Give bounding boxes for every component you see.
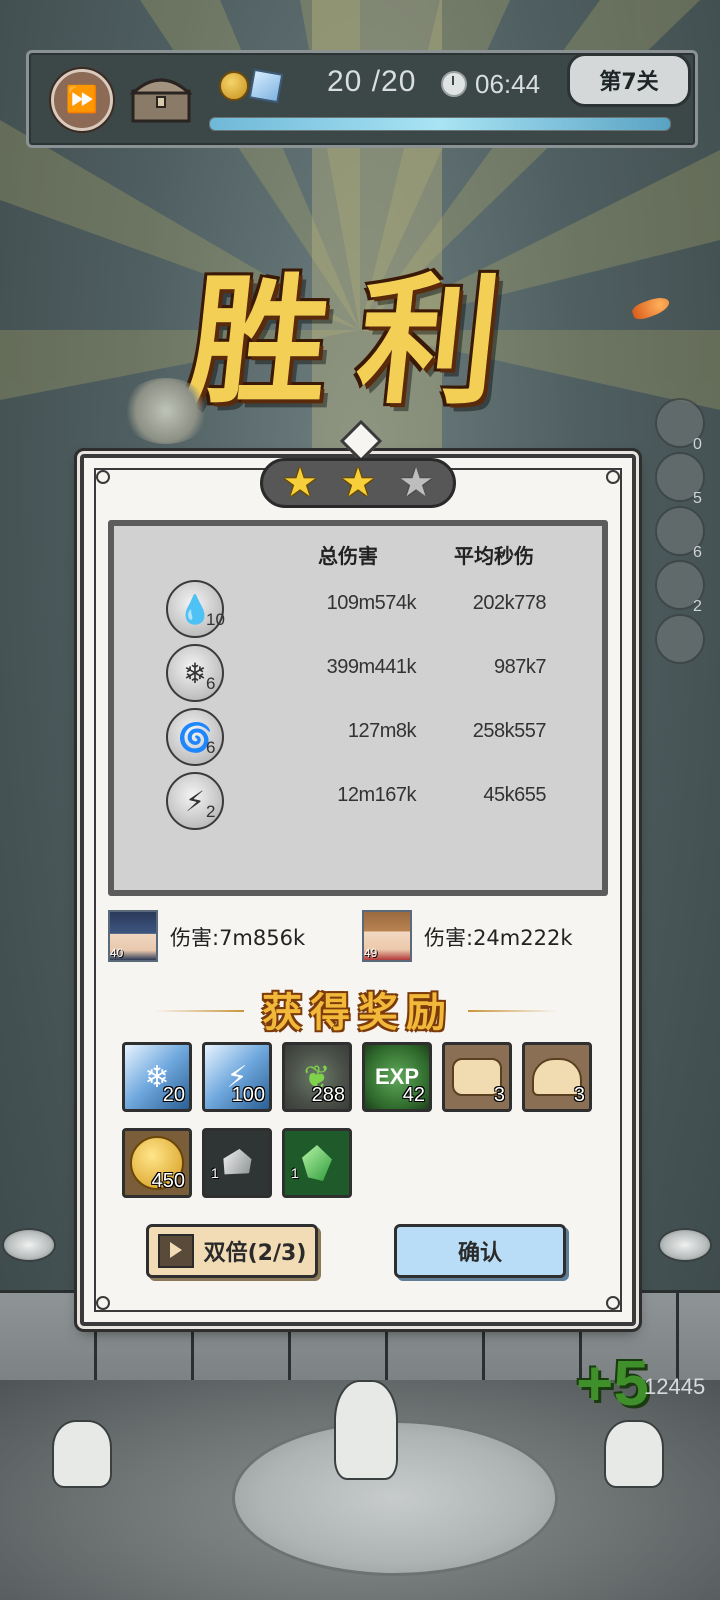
skill-row: 🌀 6 127m8k 258k557 bbox=[114, 708, 602, 772]
reward-item[interactable]: ❄ 20 bbox=[122, 1042, 192, 1112]
reward-item[interactable]: ❦ 288 bbox=[282, 1042, 352, 1112]
star-icon: ★ bbox=[282, 460, 318, 506]
rewards-title: 获得奖励 bbox=[262, 989, 454, 1036]
confirm-label: 确认 bbox=[457, 1241, 502, 1266]
skill-total-damage: 127m8k bbox=[347, 720, 417, 742]
hero-damage: 伤害:7m856k bbox=[170, 926, 306, 950]
skill-level: 6 bbox=[206, 674, 216, 693]
reward-item[interactable]: 1 bbox=[282, 1128, 352, 1198]
damage-stats-table: 总伤害 平均秒伤 💧 10 109m574k 202k778 ❄ 6 399m4… bbox=[108, 520, 608, 896]
gem-icon bbox=[248, 68, 284, 104]
panel-rivet bbox=[606, 1296, 620, 1310]
reward-quantity: 20 bbox=[162, 1084, 185, 1106]
reward-quantity: 288 bbox=[311, 1084, 345, 1106]
double-reward-label: 双倍(2/3) bbox=[203, 1241, 307, 1266]
reward-item[interactable]: 3 bbox=[522, 1042, 592, 1112]
victory-title: 胜利 bbox=[180, 260, 538, 424]
top-hud: ⏩ 20 /20 06:44 第7关 bbox=[26, 50, 698, 148]
reward-quantity: 100 bbox=[231, 1084, 265, 1106]
skill-avg-dps: 987k7 bbox=[494, 656, 547, 678]
skill-total-damage: 109m574k bbox=[326, 592, 417, 614]
wave-counter: 20 /20 bbox=[327, 65, 417, 98]
skill-row: ⚡ 2 12m167k 45k655 bbox=[114, 772, 602, 836]
bush-decoration bbox=[122, 378, 210, 444]
iron-ore-icon bbox=[205, 1131, 269, 1195]
wave-progress-bar bbox=[209, 117, 671, 131]
reward-item[interactable]: EXP 42 bbox=[362, 1042, 432, 1112]
header-avg-dps: 平均秒伤 bbox=[454, 544, 534, 568]
fast-forward-button[interactable]: ⏩ bbox=[51, 69, 113, 131]
panel-rivet bbox=[96, 1296, 110, 1310]
hero-level: 40 bbox=[110, 946, 124, 960]
video-ad-icon bbox=[157, 1234, 194, 1268]
skill-total-damage: 399m441k bbox=[326, 656, 417, 678]
reward-quantity: 3 bbox=[493, 1084, 505, 1106]
double-reward-button[interactable]: 双倍(2/3) bbox=[146, 1224, 318, 1278]
stage-badge: 第7关 bbox=[567, 53, 691, 107]
hero-damage: 伤害:24m222k bbox=[424, 926, 573, 950]
clock-icon bbox=[441, 71, 467, 97]
spawn-disc bbox=[2, 1228, 56, 1262]
header-total-damage: 总伤害 bbox=[318, 544, 378, 568]
reward-item[interactable]: 1 bbox=[202, 1128, 272, 1198]
ally-figure bbox=[604, 1420, 664, 1488]
side-slot-count: 5 bbox=[693, 490, 702, 507]
treasure-chest-icon[interactable] bbox=[129, 71, 193, 125]
skill-avg-dps: 258k557 bbox=[472, 720, 547, 742]
side-slot-count: 0 bbox=[693, 436, 702, 453]
reward-quantity: 1 bbox=[291, 1165, 299, 1181]
reward-quantity: 1 bbox=[211, 1165, 219, 1181]
panel-rivet bbox=[606, 470, 620, 484]
star-icon: ★ bbox=[340, 460, 376, 506]
reward-quantity: 450 bbox=[151, 1170, 185, 1192]
spawn-disc bbox=[658, 1228, 712, 1262]
skill-row: ❄ 6 399m441k 987k7 bbox=[114, 644, 602, 708]
side-slot-count: 2 bbox=[693, 598, 702, 615]
victory-result-panel: ★ ★ ★ 总伤害 平均秒伤 💧 10 109m574k 202k778 ❄ 6… bbox=[80, 419, 636, 1326]
coin-icon bbox=[219, 71, 249, 101]
green-crystal-icon bbox=[285, 1131, 349, 1195]
skill-row: 💧 10 109m574k 202k778 bbox=[114, 580, 602, 644]
star-icon: ★ bbox=[398, 460, 434, 506]
timer: 06:44 bbox=[475, 69, 541, 99]
skill-level: 2 bbox=[206, 802, 216, 821]
skill-level: 6 bbox=[206, 738, 216, 757]
wave-progress-fill bbox=[210, 118, 670, 130]
reward-item[interactable]: 450 bbox=[122, 1128, 192, 1198]
skill-level: 10 bbox=[206, 610, 225, 629]
hero-level: 49 bbox=[364, 946, 378, 960]
player-character bbox=[334, 1380, 398, 1480]
reward-quantity: 3 bbox=[573, 1084, 585, 1106]
gain-popup: +5 bbox=[576, 1347, 649, 1419]
star-rating: ★ ★ ★ bbox=[260, 458, 456, 508]
reward-item[interactable]: ⚡ 100 bbox=[202, 1042, 272, 1112]
reward-quantity: 42 bbox=[402, 1084, 425, 1106]
confirm-button[interactable]: 确认 bbox=[394, 1224, 566, 1278]
side-skill-slot-empty[interactable] bbox=[655, 614, 705, 664]
skill-total-damage: 12m167k bbox=[337, 784, 416, 806]
side-slot-count: 6 bbox=[693, 544, 702, 561]
score-text: 12445 bbox=[644, 1374, 706, 1399]
panel-rivet bbox=[96, 470, 110, 484]
skill-avg-dps: 45k655 bbox=[483, 784, 546, 806]
reward-item[interactable]: 3 bbox=[442, 1042, 512, 1112]
skill-avg-dps: 202k778 bbox=[472, 592, 547, 614]
ally-figure bbox=[52, 1420, 112, 1488]
ember-icon bbox=[630, 293, 672, 323]
fast-forward-icon: ⏩ bbox=[65, 85, 99, 115]
